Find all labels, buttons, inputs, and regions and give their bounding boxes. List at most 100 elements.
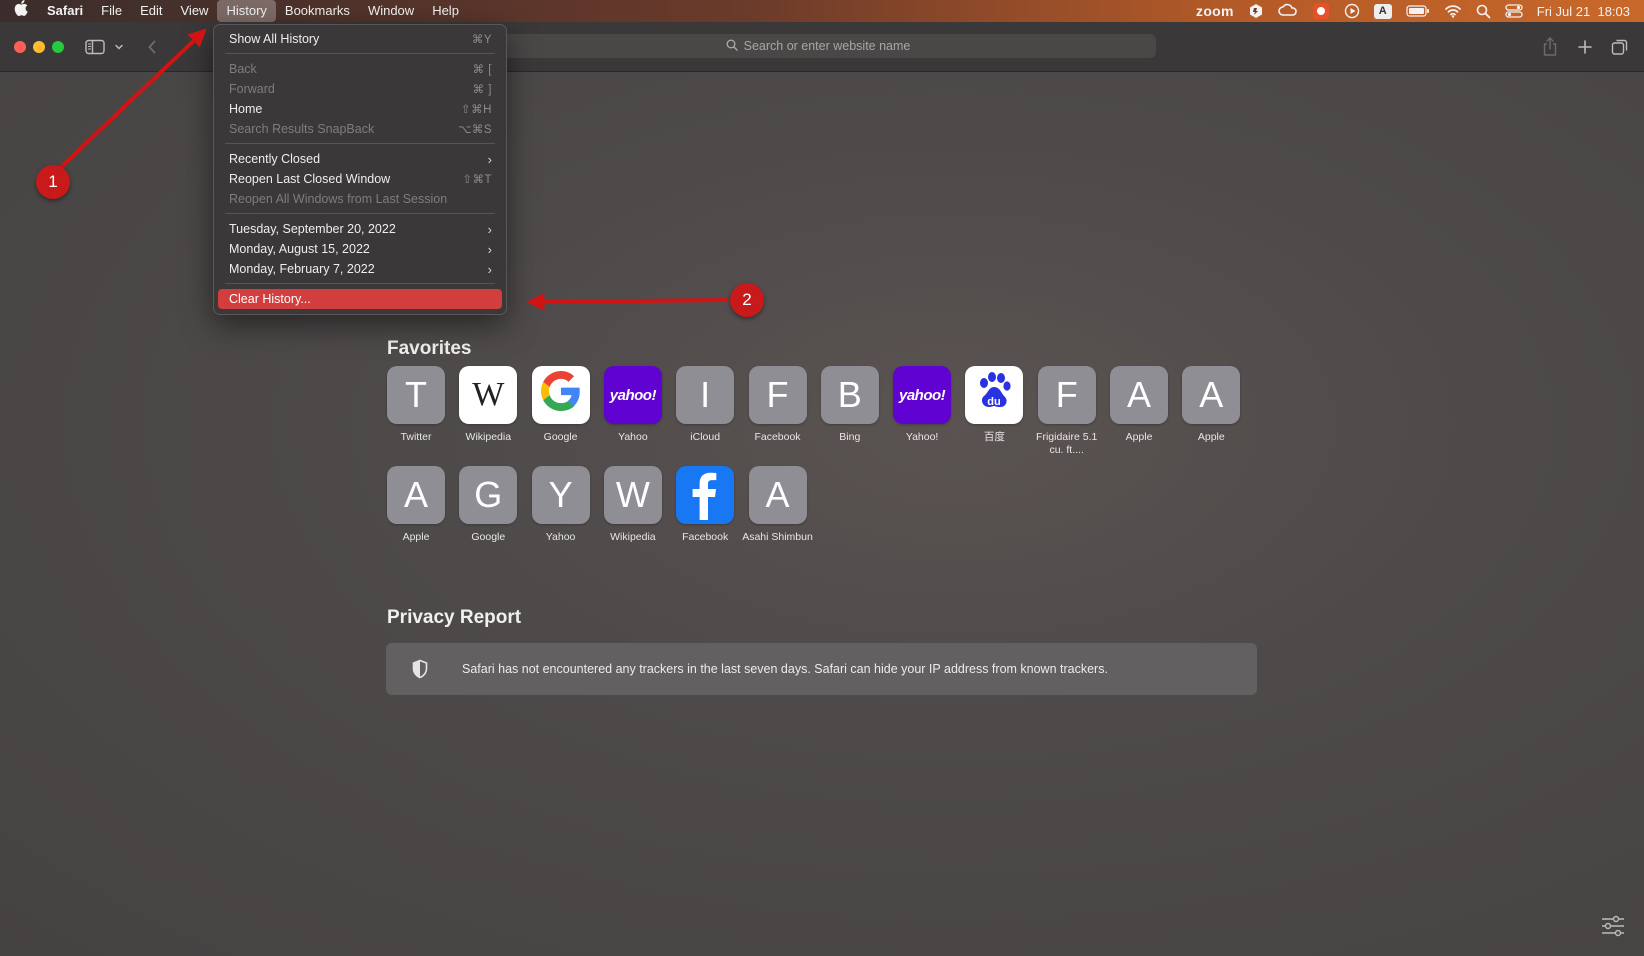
menu-separator — [225, 283, 495, 284]
shortcut-label: ⇧⌘H — [461, 104, 492, 116]
favorite-item[interactable]: F Frigidaire 5.1 cu. ft.... — [1028, 366, 1106, 457]
favorite-item[interactable]: du 百度 — [955, 366, 1033, 444]
favorite-tile[interactable]: du — [965, 366, 1024, 424]
menu-item-history-date[interactable]: Tuesday, September 20, 2022 › — [218, 219, 502, 239]
menu-history[interactable]: History — [217, 0, 276, 22]
menu-item-recently-closed[interactable]: Recently Closed › — [218, 149, 502, 169]
favorite-letter: F — [1055, 374, 1078, 415]
privacy-report-title: Privacy Report — [387, 607, 522, 628]
favorite-item[interactable]: F Facebook — [739, 366, 817, 444]
menu-item-reopen-last-closed-window[interactable]: Reopen Last Closed Window ⇧⌘T — [218, 169, 502, 189]
menu-item-reopen-all-windows[interactable]: Reopen All Windows from Last Session — [218, 189, 502, 209]
favorite-tile[interactable] — [531, 366, 590, 424]
favorite-item[interactable]: A Apple — [1100, 366, 1178, 444]
tab-overview-icon[interactable] — [1610, 35, 1630, 59]
menu-window[interactable]: Window — [359, 0, 423, 22]
share-icon[interactable] — [1540, 35, 1560, 59]
sidebar-toggle-icon[interactable] — [84, 35, 106, 59]
address-bar[interactable]: Search or enter website name — [480, 34, 1156, 58]
favorite-item[interactable]: Google — [522, 366, 600, 444]
menu-help[interactable]: Help — [423, 0, 468, 22]
control-center-icon[interactable] — [1505, 0, 1523, 22]
menu-item-search-results-snapback[interactable]: Search Results SnapBack ⌥⌘S — [218, 119, 502, 139]
favorite-tile[interactable]: Y — [531, 466, 590, 524]
favorite-label: Asahi Shimbun — [742, 531, 813, 543]
menu-bookmarks[interactable]: Bookmarks — [276, 0, 359, 22]
menu-item-label: Monday, February 7, 2022 — [229, 262, 375, 276]
favorite-tile[interactable]: A — [387, 466, 445, 524]
favorite-tile[interactable]: W — [603, 466, 662, 524]
favorite-tile[interactable]: yahoo! — [893, 366, 952, 424]
shortcut-label: ⌘Y — [471, 34, 492, 46]
app-menu-safari[interactable]: Safari — [38, 0, 92, 22]
back-arrow-icon[interactable] — [144, 35, 160, 59]
chevron-down-icon[interactable] — [112, 35, 126, 59]
fullscreen-window-button[interactable] — [52, 41, 64, 53]
google-logo-icon — [540, 370, 581, 420]
cloud-sync-icon[interactable] — [1277, 0, 1298, 22]
shortcut-label: ⇧⌘T — [462, 174, 492, 186]
menu-view[interactable]: View — [172, 0, 218, 22]
close-window-button[interactable] — [14, 41, 26, 53]
screen-record-icon[interactable] — [1312, 0, 1330, 22]
spotlight-search-icon[interactable] — [1476, 0, 1491, 22]
favorite-tile[interactable] — [676, 466, 735, 524]
favorite-tile[interactable]: G — [459, 466, 518, 524]
favorite-item[interactable]: Y Yahoo — [522, 466, 600, 544]
favorite-item[interactable]: A Asahi Shimbun — [739, 466, 817, 544]
favorite-item[interactable]: W Wikipedia — [594, 466, 672, 544]
new-tab-icon[interactable] — [1575, 35, 1595, 59]
battery-icon[interactable] — [1406, 0, 1430, 22]
favorite-tile[interactable]: F — [748, 366, 807, 424]
menu-file[interactable]: File — [92, 0, 131, 22]
menu-edit[interactable]: Edit — [131, 0, 171, 22]
favorite-item[interactable]: B Bing — [811, 366, 889, 444]
favorite-tile[interactable]: A — [1182, 366, 1241, 424]
favorite-tile[interactable]: T — [387, 366, 445, 424]
menu-item-forward[interactable]: Forward ⌘ ] — [218, 79, 502, 99]
favorite-item[interactable]: A Apple — [1172, 366, 1250, 444]
favorite-item[interactable]: Facebook — [666, 466, 744, 544]
menu-separator — [225, 213, 495, 214]
favorite-tile[interactable]: A — [1110, 366, 1168, 424]
favorite-tile[interactable]: F — [1037, 366, 1096, 424]
favorite-item[interactable]: W Wikipedia — [449, 366, 527, 444]
customize-start-page-icon[interactable] — [1600, 915, 1626, 942]
clock-datetime[interactable]: Fri Jul 21 18:03 — [1537, 0, 1630, 22]
input-source-icon[interactable]: A — [1373, 0, 1392, 22]
favorite-letter: B — [837, 374, 862, 415]
menu-item-history-date[interactable]: Monday, August 15, 2022 › — [218, 239, 502, 259]
minimize-window-button[interactable] — [33, 41, 45, 53]
zoom-status-item[interactable]: zoom — [1196, 0, 1234, 22]
menu-bar: Safari File Edit View History Bookmarks … — [0, 0, 1644, 22]
favorite-item[interactable]: yahoo! Yahoo — [594, 366, 672, 444]
favorite-item[interactable]: T Twitter — [377, 366, 455, 444]
favorite-label: Google — [471, 531, 506, 543]
annotation-step-1-badge: 1 — [36, 165, 70, 199]
privacy-report-card[interactable]: Safari has not encountered any trackers … — [386, 643, 1257, 695]
menu-item-label: Show All History — [229, 32, 320, 46]
shortcut-label: ⌥⌘S — [458, 124, 492, 136]
menu-item-history-date[interactable]: Monday, February 7, 2022 › — [218, 259, 502, 279]
favorite-item[interactable]: A Apple — [377, 466, 455, 544]
wifi-icon[interactable] — [1444, 0, 1462, 22]
play-circle-icon[interactable] — [1344, 0, 1360, 22]
favorite-tile[interactable]: yahoo! — [603, 366, 662, 424]
menu-item-back[interactable]: Back ⌘ [ — [218, 59, 502, 79]
extension-icon[interactable] — [1248, 0, 1264, 22]
favorite-tile[interactable]: I — [676, 366, 735, 424]
favorite-item[interactable]: G Google — [449, 466, 527, 544]
facebook-logo-icon — [676, 462, 734, 529]
favorite-tile[interactable]: B — [820, 366, 879, 424]
favorite-label: Frigidaire 5.1 cu. ft.... — [1036, 431, 1098, 456]
favorite-letter: A — [403, 474, 428, 515]
menu-item-show-all-history[interactable]: Show All History ⌘Y — [218, 29, 502, 49]
menu-item-clear-history[interactable]: Clear History... — [218, 289, 502, 309]
favorite-item[interactable]: IiCloud — [666, 366, 744, 444]
apple-menu-icon[interactable] — [0, 0, 38, 22]
favorite-item[interactable]: yahoo! Yahoo! — [883, 366, 961, 444]
favorite-tile[interactable]: W — [459, 366, 518, 424]
favorite-tile[interactable]: A — [748, 466, 807, 524]
menu-item-home[interactable]: Home ⇧⌘H — [218, 99, 502, 119]
shortcut-label: ⌘ ] — [472, 84, 492, 96]
